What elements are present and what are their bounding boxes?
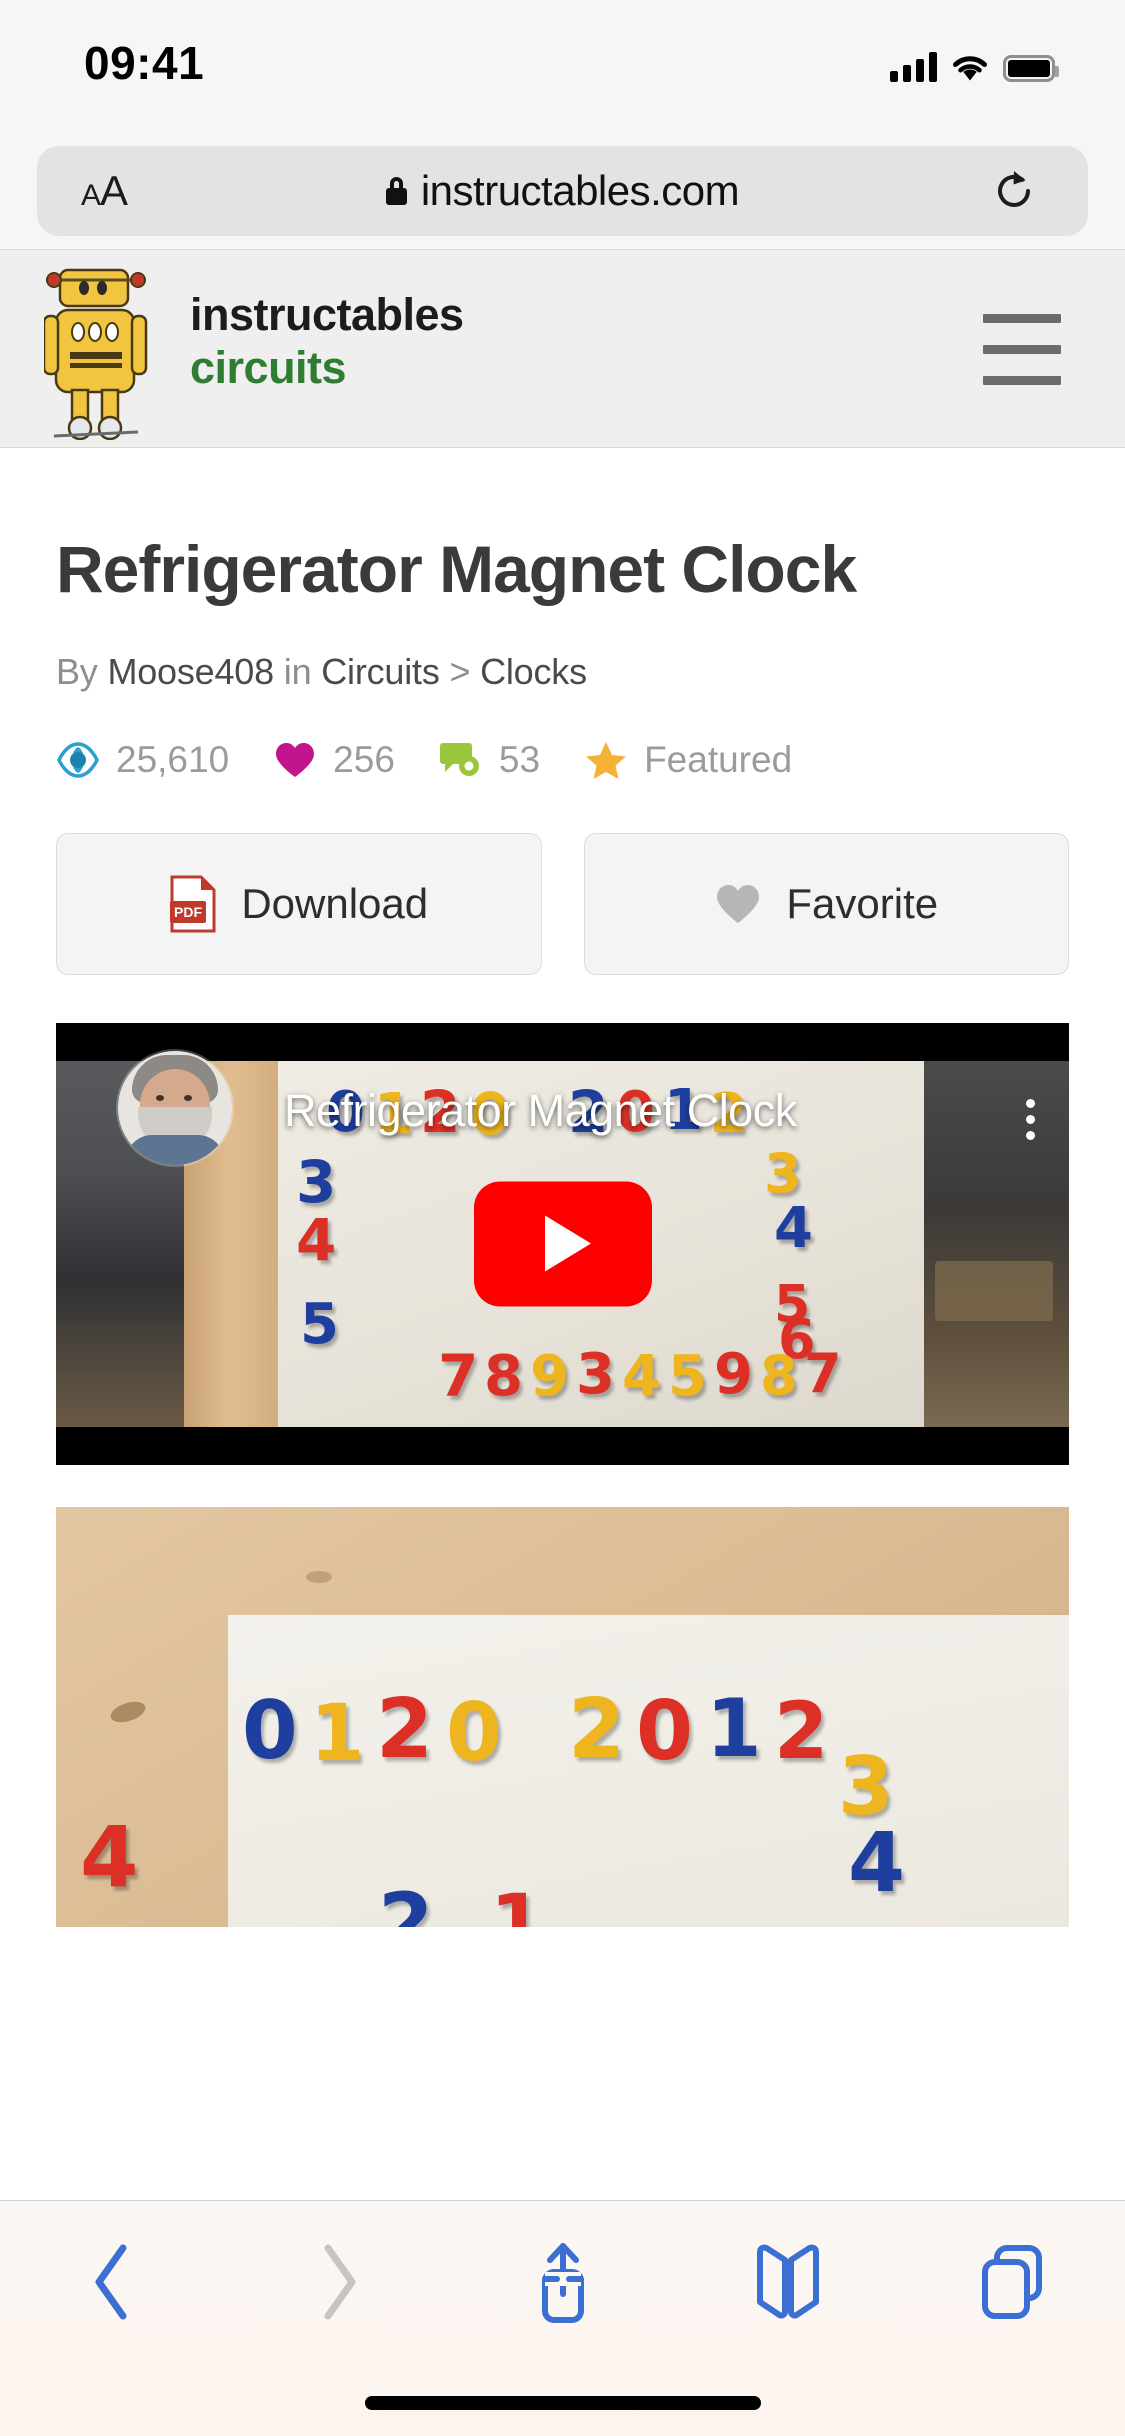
address-bar[interactable]: AA instructables.com — [37, 146, 1088, 236]
safari-browser-window: 09:41 AA instructables.com instructables… — [0, 0, 1125, 2436]
article-photo[interactable]: 0 1 2 0 2 0 1 2 3 4 4 2 1 — [56, 1506, 1069, 1927]
svg-text:PDF: PDF — [174, 904, 202, 920]
featured-star-icon — [586, 741, 627, 779]
video-title-overlay: Refrigerator Magnet Clock — [284, 1084, 797, 1136]
tabs-button[interactable] — [900, 2223, 1125, 2341]
url-text: instructables.com — [420, 167, 740, 214]
text-size-large-a: A — [100, 167, 128, 214]
reload-icon[interactable] — [992, 169, 1036, 213]
byline-author[interactable]: Moose408 — [107, 651, 274, 692]
browser-toolbar — [0, 2200, 1125, 2436]
url-display[interactable]: instructables.com — [385, 167, 740, 215]
toolbar-icons — [0, 2223, 1125, 2341]
home-indicator — [364, 2396, 761, 2410]
stat-favorites: 256 — [273, 739, 395, 781]
wood-knot-secondary — [306, 1570, 332, 1583]
hamburger-menu-icon[interactable] — [983, 314, 1061, 385]
browser-address-bar-container: AA instructables.com — [0, 132, 1125, 250]
channel-avatar — [118, 1050, 232, 1165]
play-triangle-icon — [544, 1215, 591, 1272]
more-options-icon[interactable] — [1026, 1098, 1035, 1147]
video-player-embed[interactable]: 0 1 2 0 2 0 1 2 3 4 5 3 4 5 6 7 8 9 3 4 … — [56, 1022, 1069, 1465]
cellular-signal-icon — [890, 52, 937, 82]
breadcrumb-separator: > — [449, 650, 471, 692]
stat-comments: 53 — [439, 739, 540, 781]
chevron-left-icon — [95, 2244, 126, 2320]
youtube-play-button[interactable] — [473, 1181, 652, 1307]
site-brand[interactable]: instructables circuits — [190, 288, 464, 394]
wifi-icon — [953, 56, 987, 81]
byline-by-label: By — [56, 650, 98, 692]
stats-row: 25,610 256 53 Featured — [56, 739, 1069, 781]
download-button[interactable]: PDF Download — [56, 832, 542, 975]
byline-category[interactable]: Circuits — [321, 651, 440, 692]
bookmarks-button[interactable] — [675, 2223, 900, 2341]
favorite-button[interactable]: Favorite — [583, 832, 1069, 975]
stat-views: 25,610 — [56, 739, 229, 781]
share-icon — [541, 2243, 584, 2323]
byline-in-label: in — [283, 650, 312, 692]
download-label: Download — [241, 879, 429, 927]
pdf-download-icon: PDF — [169, 875, 217, 933]
views-count: 25,610 — [116, 738, 230, 780]
tabs-icon — [981, 2245, 1042, 2319]
back-button[interactable] — [0, 2223, 225, 2341]
stat-featured: Featured — [584, 739, 792, 781]
brand-name: instructables — [190, 289, 464, 340]
comments-bubble-icon — [439, 742, 479, 776]
favorites-heart-icon — [276, 742, 315, 777]
book-icon — [756, 2244, 819, 2319]
forward-button[interactable] — [225, 2223, 450, 2341]
instructables-robot-logo[interactable] — [44, 260, 148, 440]
battery-icon — [1003, 55, 1059, 82]
page-title: Refrigerator Magnet Clock — [56, 532, 857, 606]
brand-channel: circuits — [190, 342, 347, 394]
video-bg-right — [924, 1060, 1069, 1427]
featured-label: Featured — [644, 738, 793, 780]
status-bar: 09:41 — [0, 0, 1125, 132]
action-buttons: PDF Download Favorite — [56, 832, 1069, 975]
photo-whiteboard: 0 1 2 0 2 0 1 2 3 4 4 2 1 — [80, 1614, 1069, 1927]
article-content: Refrigerator Magnet Clock By Moose408 in… — [0, 449, 1125, 1927]
comments-count: 53 — [498, 738, 541, 780]
text-size-small-a: A — [81, 179, 101, 212]
lock-icon — [385, 177, 407, 205]
byline-subcategory[interactable]: Clocks — [480, 651, 587, 692]
favorite-label: Favorite — [786, 879, 939, 927]
heart-outline-icon — [717, 884, 760, 923]
byline: By Moose408 in Circuits > Clocks — [56, 651, 1069, 693]
favorites-count: 256 — [333, 738, 395, 780]
text-size-button[interactable]: AA — [81, 167, 128, 215]
site-header: instructables circuits — [0, 250, 1125, 448]
chevron-right-icon — [324, 2244, 355, 2320]
status-bar-time: 09:41 — [84, 37, 205, 89]
status-bar-indicators — [890, 42, 1059, 82]
views-eye-icon — [57, 742, 99, 778]
share-button[interactable] — [450, 2223, 675, 2341]
